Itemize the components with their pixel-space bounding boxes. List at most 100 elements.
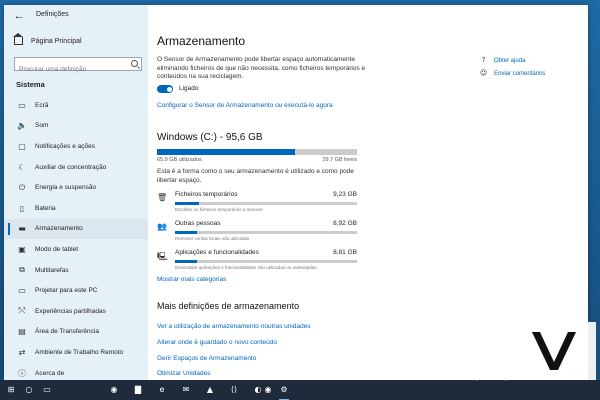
drive-title: Windows (C:) - 95,6 GB [157, 132, 263, 143]
sidebar-home[interactable]: Página Principal [13, 33, 82, 45]
sidebar-item-label: Som [35, 122, 49, 130]
sidebar-item-label: Armazenamento [35, 225, 83, 233]
drive-usage-fill [157, 149, 295, 155]
help-link-label: Obter ajuda [494, 57, 526, 64]
storage-category[interactable]: 🖳 Aplicações e funcionalidades 8,81 GB Desi… [157, 249, 357, 273]
chrome-icon[interactable]: ◉ [107, 383, 121, 397]
windows-start-icon[interactable]: ⊞ [4, 383, 18, 397]
category-usage-bar [175, 231, 357, 234]
mail-icon[interactable]: ✉ [179, 383, 193, 397]
task-view-icon[interactable]: ▭ [40, 383, 54, 397]
multitask-icon: ⧉ [19, 265, 25, 275]
page-title: Armazenamento [157, 34, 246, 48]
drive-usage-bar [157, 149, 357, 155]
category-usage-fill [175, 202, 199, 205]
more-settings-link[interactable]: Alterar onde é guardado o novo conteúdo [157, 339, 277, 346]
sidebar-item-2[interactable]: ▢ Notificações e ações [4, 136, 148, 157]
speaker-icon: 🔈 [17, 121, 27, 131]
sidebar-nav: ▭ Ecrã 🔈 Som ▢ Notificações e ações ☾ Auxiliar … [4, 95, 148, 380]
evaluation-copy-text: Cópia de avaliação [470, 376, 513, 382]
sidebar-item-12[interactable]: ⇄ Ambiente de Trabalho Remoto [4, 342, 148, 363]
search-icon[interactable]: ○ [22, 383, 36, 397]
sidebar-item-7[interactable]: ▣ Modo de tablet [4, 239, 148, 260]
sidebar-item-label: Modo de tablet [35, 245, 79, 253]
sidebar-item-4[interactable]: ⏻ Energia e suspensão [4, 177, 148, 198]
share-icon: ⤲ [18, 306, 26, 316]
category-usage-bar [175, 202, 357, 205]
search-input[interactable] [15, 63, 125, 76]
sidebar-item-9[interactable]: ▭ Projetar para este PC [4, 280, 148, 301]
category-usage-fill [175, 260, 197, 263]
sidebar-item-label: Multitarefas [35, 266, 69, 274]
drive-description: Esta é a forma como o seu armazenamento … [157, 168, 354, 184]
storage-icon: ▬ [18, 224, 26, 234]
watermark-logo [510, 322, 596, 380]
category-usage-bar [175, 260, 357, 263]
sidebar-item-label: Auxiliar de concentração [35, 163, 107, 171]
sidebar-item-label: Ecrã [35, 101, 49, 109]
settings-icon[interactable]: ⚙ [277, 383, 291, 400]
storage-sense-toggle[interactable] [157, 85, 173, 93]
sidebar-item-5[interactable]: ▯ Bateria [4, 198, 148, 219]
edge-icon[interactable]: e [155, 383, 169, 397]
sidebar-item-10[interactable]: ⤲ Experiências partilhadas [4, 301, 148, 322]
search-box[interactable] [14, 57, 142, 76]
category-subtitle: Desinstalar aplicações e funcionalidades… [175, 265, 317, 270]
info-icon: ⓘ [18, 368, 26, 378]
sidebar-item-label: Acerca de [35, 369, 65, 377]
search-icon[interactable] [131, 60, 138, 67]
storage-sense-toggle-label: Ligado [179, 85, 199, 92]
sidebar: Página Principal Sistema ▭ Ecrã 🔈 Som ▢ Notif… [4, 5, 148, 380]
sidebar-item-0[interactable]: ▭ Ecrã [4, 95, 148, 116]
trash-icon: 🗑 [157, 193, 168, 202]
photos-icon[interactable]: ▲ [203, 383, 217, 397]
battery-icon: ▯ [19, 203, 25, 213]
vscode-icon[interactable]: ⟨⟩ [227, 383, 241, 397]
storage-category[interactable]: 👥 Outras pessoas 8,92 GB Remover contas loc… [157, 220, 357, 244]
sidebar-item-13[interactable]: ⓘ Acerca de [4, 363, 148, 380]
back-button[interactable]: ← [12, 9, 26, 23]
category-usage-fill [175, 231, 197, 234]
more-settings-link[interactable]: Otimizar Unidades [157, 370, 210, 377]
power-icon: ⏻ [18, 182, 26, 192]
help-icon: ? [481, 56, 486, 64]
more-settings-title: Mais definições de armazenamento [157, 301, 300, 311]
file-explorer-icon[interactable]: ▇ [131, 383, 145, 397]
sidebar-item-label: Projetar para este PC [35, 287, 98, 295]
sidebar-item-label: Experiências partilhadas [35, 307, 106, 315]
show-more-categories-link[interactable]: Mostrar mais categorias [157, 276, 226, 283]
sidebar-item-6[interactable]: ▬ Armazenamento [4, 218, 148, 240]
people-icon: 👥 [157, 222, 167, 231]
category-name: Ficheiros temporários [175, 191, 238, 198]
category-size: 8,92 GB [333, 220, 357, 227]
category-name: Outras pessoas [175, 220, 221, 227]
home-icon [13, 33, 23, 45]
configure-storage-sense-link[interactable]: Configurar o Sensor de Armazenamento ou … [157, 102, 333, 109]
tablet-icon: ▣ [18, 244, 26, 254]
help-link[interactable]: ? Obter ajuda [479, 56, 526, 65]
more-settings-link[interactable]: Ver a utilização de armazenamento noutra… [157, 323, 311, 330]
more-settings-link[interactable]: Gerir Espaços de Armazenamento [157, 355, 256, 362]
chrome-icon[interactable]: ◉ [261, 383, 275, 397]
feedback-link[interactable]: ☺ Enviar comentários [479, 69, 546, 78]
remote-desktop-icon: ⇄ [18, 347, 26, 357]
sidebar-item-8[interactable]: ⧉ Multitarefas [4, 260, 148, 281]
settings-window: Página Principal Sistema ▭ Ecrã 🔈 Som ▢ Notif… [4, 5, 588, 380]
help-link-label: Enviar comentários [494, 70, 546, 77]
sidebar-item-3[interactable]: ☾ Auxiliar de concentração [4, 157, 148, 178]
category-size: 8,81 GB [333, 249, 357, 256]
storage-category[interactable]: 🗑 Ficheiros temporários 9,23 GB Escolher os… [157, 191, 357, 215]
sidebar-item-11[interactable]: ▤ Área de Transferência [4, 322, 148, 343]
apps-icon: 🖳 [157, 252, 168, 261]
sidebar-item-label: Notificações e ações [35, 142, 95, 150]
category-size: 9,23 GB [333, 191, 357, 198]
sidebar-item-label: Energia e suspensão [35, 184, 97, 192]
moon-icon: ☾ [18, 162, 26, 172]
category-subtitle: Remover contas locais não utilizadas [175, 236, 250, 241]
sidebar-item-1[interactable]: 🔈 Som [4, 116, 148, 137]
sidebar-section-title: Sistema [16, 80, 45, 89]
feedback-icon: ☺ [479, 69, 488, 77]
drive-free-label: 29,7 GB livres [322, 157, 357, 163]
clipboard-icon: ▤ [18, 327, 26, 337]
projector-icon: ▭ [18, 286, 26, 296]
